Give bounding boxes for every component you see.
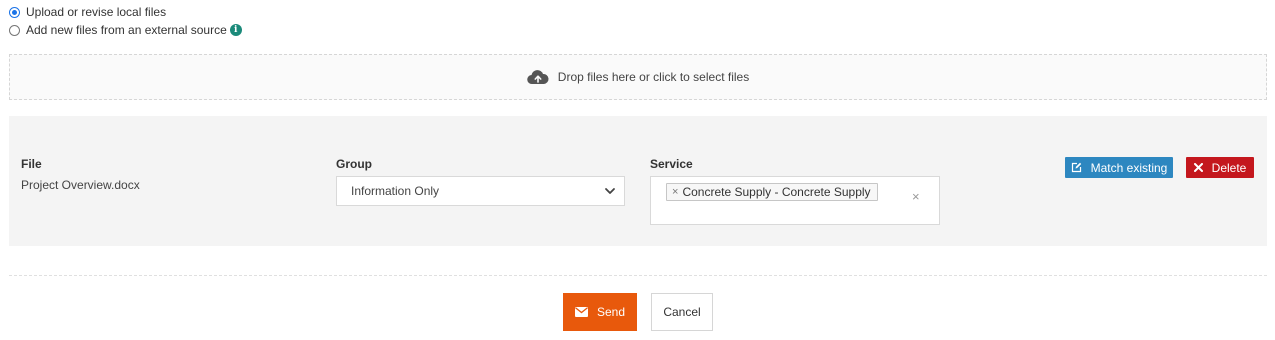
cancel-label: Cancel xyxy=(663,305,701,319)
delete-button[interactable]: Delete xyxy=(1186,157,1254,178)
send-button[interactable]: Send xyxy=(563,293,637,331)
cancel-button[interactable]: Cancel xyxy=(651,293,713,331)
cloud-upload-icon xyxy=(527,69,549,85)
match-existing-label: Match existing xyxy=(1090,160,1168,175)
edit-icon xyxy=(1071,162,1082,173)
file-name: Project Overview.docx xyxy=(21,178,140,192)
group-column-label: Group xyxy=(336,157,372,171)
file-column-label: File xyxy=(21,157,42,171)
match-existing-button[interactable]: Match existing xyxy=(1065,157,1173,178)
radio-button-external-source[interactable] xyxy=(9,24,20,36)
service-column-label: Service xyxy=(650,157,693,171)
group-select-value: Information Only xyxy=(351,184,440,198)
service-multiselect[interactable]: × Concrete Supply - Concrete Supply × xyxy=(650,176,940,225)
delete-label: Delete xyxy=(1211,160,1247,175)
radio-label-external-source: Add new files from an external source xyxy=(26,23,227,37)
envelope-icon xyxy=(574,307,588,317)
radio-button-upload-local[interactable] xyxy=(9,6,20,18)
dropzone-text: Drop files here or click to select files xyxy=(557,70,750,84)
close-icon xyxy=(1193,163,1203,172)
radio-external-source[interactable]: Add new files from an external source i xyxy=(9,22,242,38)
radio-upload-local[interactable]: Upload or revise local files xyxy=(9,4,166,20)
service-tag-label: Concrete Supply - Concrete Supply xyxy=(682,185,871,199)
send-label: Send xyxy=(596,305,626,319)
file-row-panel: File Project Overview.docx Group Informa… xyxy=(9,116,1267,246)
chevron-down-icon xyxy=(604,185,616,197)
group-select[interactable]: Information Only xyxy=(336,176,625,206)
divider xyxy=(9,275,1267,276)
service-tag: × Concrete Supply - Concrete Supply xyxy=(666,183,878,201)
clear-selection-icon[interactable]: × xyxy=(912,189,920,204)
info-icon[interactable]: i xyxy=(229,24,242,36)
file-dropzone[interactable]: Drop files here or click to select files xyxy=(9,54,1267,100)
tag-remove-icon[interactable]: × xyxy=(672,186,678,198)
radio-label-upload-local: Upload or revise local files xyxy=(26,5,167,19)
